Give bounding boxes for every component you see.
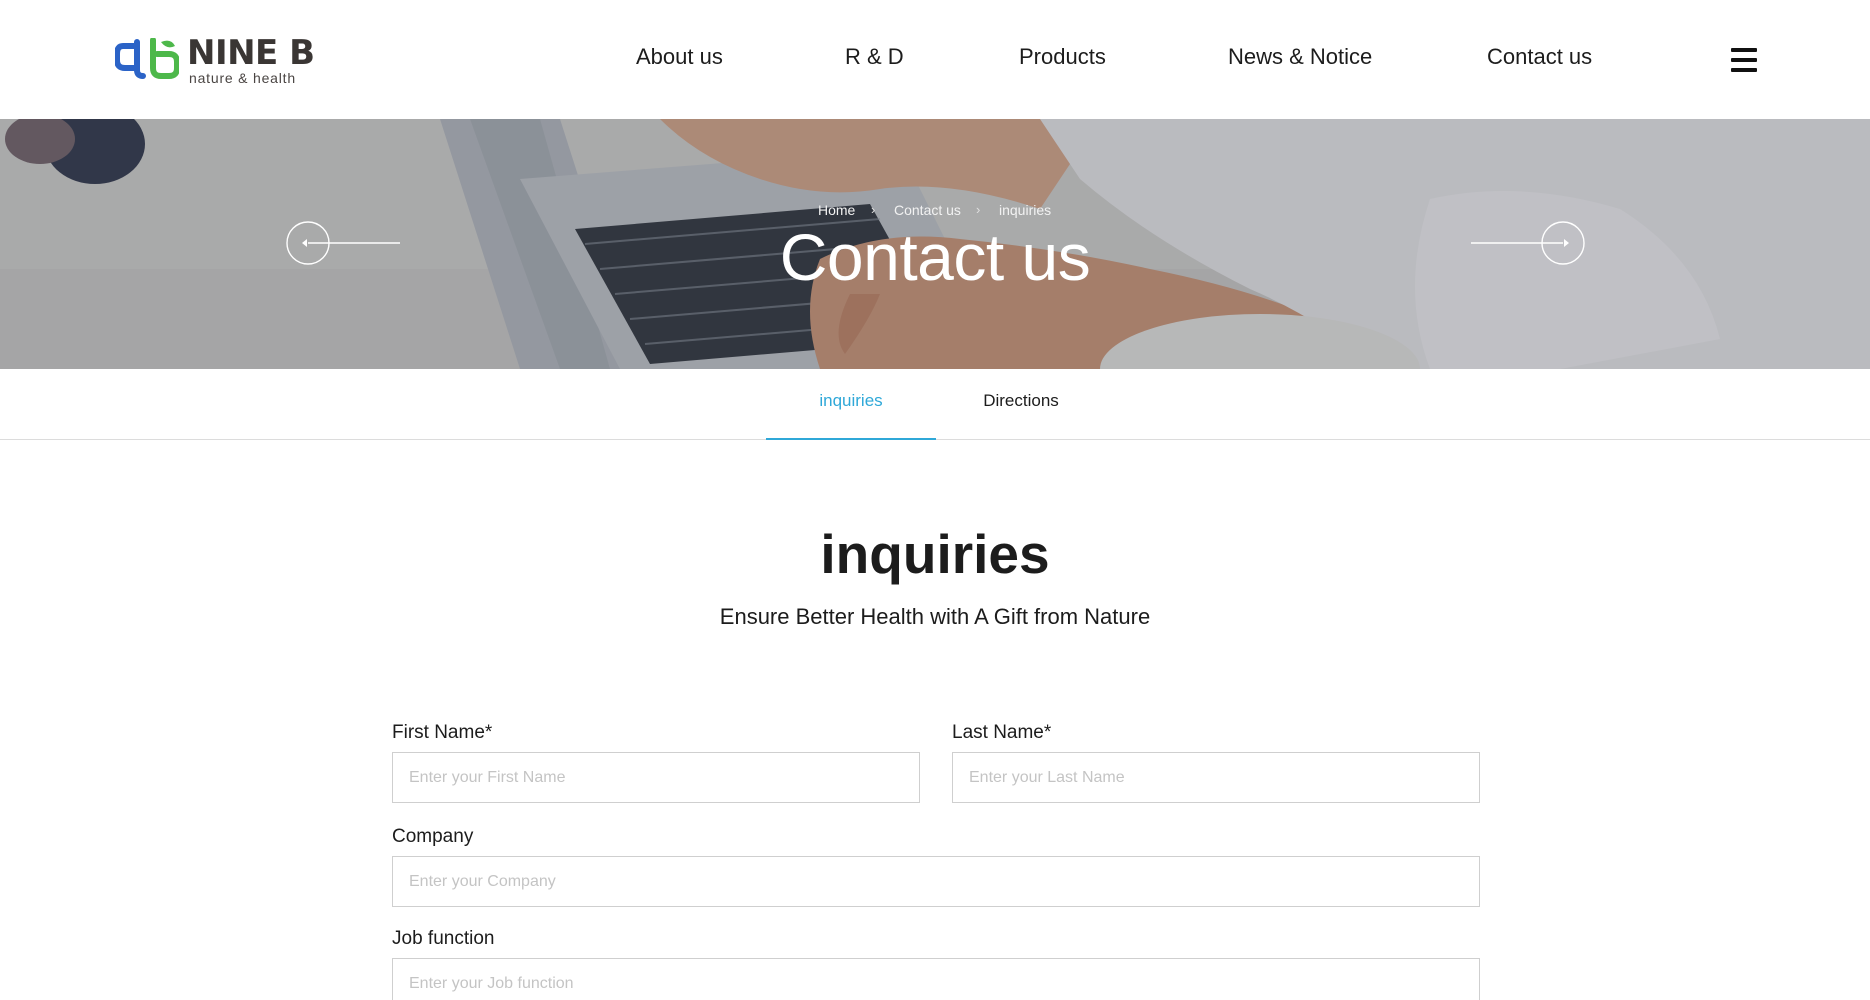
contact-tabs: inquiries Directions xyxy=(0,369,1870,440)
chevron-right-icon: › xyxy=(871,202,876,217)
job-function-label: Job function xyxy=(392,928,495,949)
job-function-field[interactable] xyxy=(392,958,1480,1000)
nav-item-contact-us[interactable]: Contact us xyxy=(1487,44,1592,70)
last-name-label: Last Name* xyxy=(952,722,1052,743)
breadcrumb-home[interactable]: Home xyxy=(818,202,855,218)
chevron-right-icon: › xyxy=(976,202,981,217)
site-header: NINE B nature & health About us R & D Pr… xyxy=(0,0,1870,119)
brand-tagline: nature & health xyxy=(189,70,296,86)
company-label: Company xyxy=(392,826,474,847)
last-name-field[interactable] xyxy=(952,752,1480,803)
hero-banner: Home › Contact us › inquiries Contact us xyxy=(0,119,1870,369)
arrow-right-icon[interactable] xyxy=(1471,221,1585,265)
section-subtitle: Ensure Better Health with A Gift from Na… xyxy=(719,604,1151,629)
company-field[interactable] xyxy=(392,856,1480,907)
hamburger-icon[interactable] xyxy=(1731,48,1757,72)
breadcrumb-current: inquiries xyxy=(999,202,1052,218)
section-title: inquiries xyxy=(820,523,1050,585)
first-name-field[interactable] xyxy=(392,752,920,803)
first-name-label: First Name* xyxy=(392,722,493,743)
nav-item-r-and-d[interactable]: R & D xyxy=(845,44,904,70)
brand-name: NINE B xyxy=(187,33,315,73)
tab-inquiries[interactable]: inquiries xyxy=(766,369,936,440)
nav-item-news-notice[interactable]: News & Notice xyxy=(1228,44,1372,70)
nav-item-products[interactable]: Products xyxy=(1019,44,1106,70)
logo-mark-icon xyxy=(115,38,179,79)
hero-title: Contact us xyxy=(779,220,1091,294)
brand-logo[interactable]: NINE B nature & health xyxy=(115,34,315,86)
nav-item-about-us[interactable]: About us xyxy=(636,44,723,70)
arrow-left-icon[interactable] xyxy=(286,221,400,265)
breadcrumb-contact-us[interactable]: Contact us xyxy=(894,202,961,218)
tab-directions[interactable]: Directions xyxy=(955,369,1087,440)
